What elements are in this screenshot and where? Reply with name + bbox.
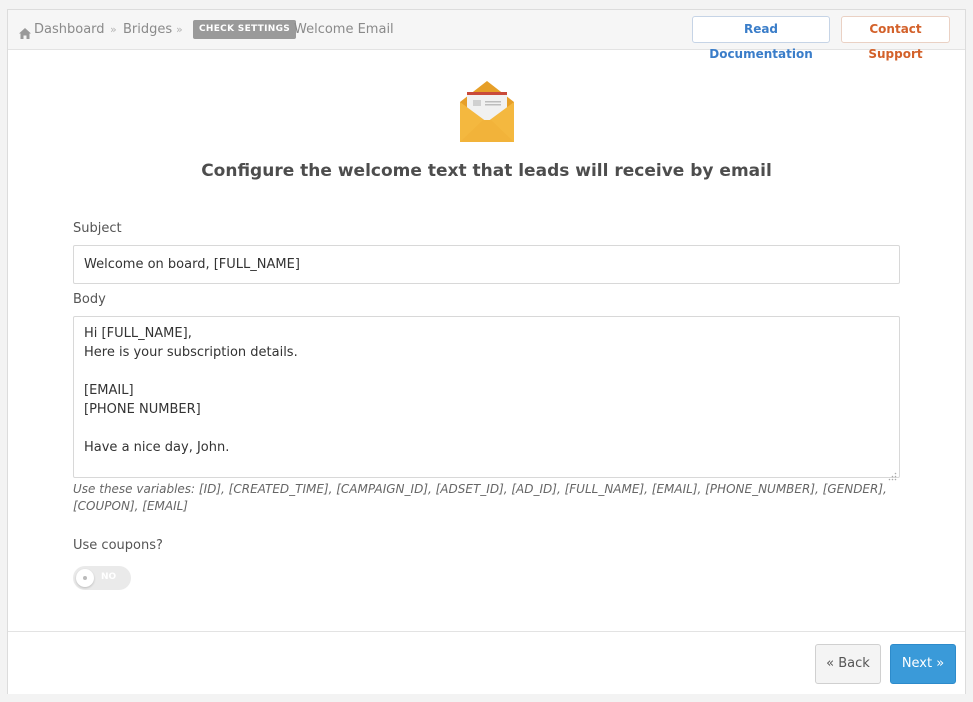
home-icon[interactable] — [19, 24, 31, 43]
back-button[interactable]: « Back — [815, 644, 881, 684]
subject-input[interactable]: Welcome on board, [FULL_NAME] — [73, 245, 900, 284]
page-title: Configure the welcome text that leads wi… — [201, 161, 772, 181]
breadcrumb-dashboard[interactable]: Dashboard — [34, 22, 105, 37]
breadcrumb-separator: » — [110, 23, 117, 36]
contact-support-button[interactable]: Contact Support — [841, 16, 950, 61]
top-bar: Dashboard » Bridges » CHECK SETTINGS Wel… — [8, 10, 965, 61]
footer-bar: « Back Next » — [8, 631, 965, 694]
main-panel: Dashboard » Bridges » CHECK SETTINGS Wel… — [7, 9, 966, 694]
body-label: Body — [73, 292, 106, 307]
breadcrumb-current: Welcome Email — [294, 22, 394, 37]
read-documentation-button[interactable]: Read Documentation — [692, 16, 830, 61]
variables-hint: Use these variables: [ID], [CREATED_TIME… — [73, 482, 887, 513]
envelope-icon — [459, 80, 515, 148]
step-badge: CHECK SETTINGS — [193, 20, 297, 39]
breadcrumb-bridges[interactable]: Bridges — [123, 22, 172, 37]
body-textarea[interactable]: Hi [FULL_NAME], Here is your subscriptio… — [73, 316, 900, 478]
use-coupons-toggle[interactable]: NO — [73, 566, 131, 590]
subject-label: Subject — [73, 221, 122, 236]
toggle-knob — [76, 569, 94, 587]
breadcrumb-separator: » — [176, 23, 183, 36]
toggle-state: NO — [101, 572, 117, 582]
use-coupons-label: Use coupons? — [73, 538, 163, 553]
next-button[interactable]: Next » — [890, 644, 956, 684]
